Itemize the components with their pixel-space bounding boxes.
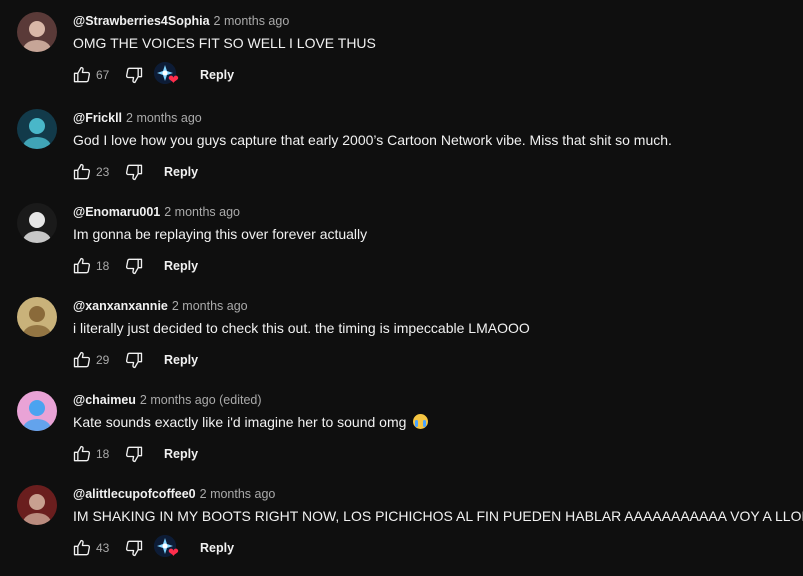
comment-actions: 67 ❤ Reply (70, 62, 234, 88)
thumbs-up-icon[interactable] (70, 442, 94, 466)
comment-author[interactable]: @Strawberries4Sophia (73, 14, 210, 28)
like-count: 18 (96, 447, 110, 461)
comment-text-content: IM SHAKING IN MY BOOTS RIGHT NOW, LOS PI… (73, 508, 803, 524)
comment-text: i literally just decided to check this o… (73, 319, 530, 337)
comment-header: @chaimeu 2 months ago (edited) (73, 392, 262, 408)
comment-timestamp[interactable]: 2 months ago (172, 299, 248, 313)
comment-timestamp[interactable]: 2 months ago (edited) (140, 393, 262, 407)
comment-text: Kate sounds exactly like i'd imagine her… (73, 413, 429, 431)
thumbs-up-icon[interactable] (70, 63, 94, 87)
like-count: 23 (96, 165, 110, 179)
comment-timestamp[interactable]: 2 months ago (214, 14, 290, 28)
avatar[interactable] (17, 485, 57, 525)
reply-button[interactable]: Reply (164, 165, 198, 179)
like-count: 43 (96, 541, 110, 555)
thumbs-up-icon[interactable] (70, 348, 94, 372)
thumbs-up-icon[interactable] (70, 536, 94, 560)
comment-timestamp[interactable]: 2 months ago (200, 487, 276, 501)
comment-header: @xanxanxannie 2 months ago (73, 298, 248, 314)
comment-text-content: God I love how you guys capture that ear… (73, 132, 672, 148)
like-count: 18 (96, 259, 110, 273)
comment-actions: 29 Reply (70, 347, 198, 373)
thumbs-down-icon[interactable] (122, 442, 146, 466)
comment-actions: 18 Reply (70, 253, 198, 279)
reply-button[interactable]: Reply (164, 447, 198, 461)
like-count: 67 (96, 68, 110, 82)
thumbs-down-icon[interactable] (122, 160, 146, 184)
comment-text: IM SHAKING IN MY BOOTS RIGHT NOW, LOS PI… (73, 507, 803, 525)
comment-thread: @chaimeu 2 months ago (edited) Kate sound… (0, 379, 803, 475)
comment-header: @alittlecupofcoffee0 2 months ago (73, 486, 275, 502)
comment-header: @Enomaru001 2 months ago (73, 204, 240, 220)
creator-heart-icon: ❤ (154, 535, 182, 561)
comment-actions: 23 Reply (70, 159, 198, 185)
comment-text: Im gonna be replaying this over forever … (73, 225, 367, 243)
comment-text-content: OMG THE VOICES FIT SO WELL I LOVE THUS (73, 35, 376, 51)
comment-author[interactable]: @xanxanxannie (73, 299, 168, 313)
comment-author[interactable]: @chaimeu (73, 393, 136, 407)
comment-thread: @alittlecupofcoffee0 2 months ago IM SHAK… (0, 473, 803, 569)
avatar[interactable] (17, 391, 57, 431)
thumbs-up-icon[interactable] (70, 254, 94, 278)
thumbs-up-icon[interactable] (70, 160, 94, 184)
comment-text: OMG THE VOICES FIT SO WELL I LOVE THUS (73, 34, 376, 52)
comment-thread: @xanxanxannie 2 months ago i literally ju… (0, 285, 803, 381)
reply-button[interactable]: Reply (200, 541, 234, 555)
heart-icon: ❤ (168, 72, 179, 87)
avatar[interactable] (17, 109, 57, 149)
creator-heart-icon: ❤ (154, 62, 182, 88)
comment-text-content: Kate sounds exactly like i'd imagine her… (73, 414, 407, 430)
avatar[interactable] (17, 297, 57, 337)
like-count: 29 (96, 353, 110, 367)
reply-button[interactable]: Reply (164, 353, 198, 367)
comment-timestamp[interactable]: 2 months ago (164, 205, 240, 219)
avatar[interactable] (17, 12, 57, 52)
comment-header: @Frickll 2 months ago (73, 110, 202, 126)
thumbs-down-icon[interactable] (122, 348, 146, 372)
comment-text: God I love how you guys capture that ear… (73, 131, 672, 149)
comment-author[interactable]: @Enomaru001 (73, 205, 160, 219)
comment-actions: 43 ❤ Reply (70, 535, 234, 561)
comment-thread: @Strawberries4Sophia 2 months ago OMG THE… (0, 0, 803, 96)
thumbs-down-icon[interactable] (122, 536, 146, 560)
comment-header: @Strawberries4Sophia 2 months ago (73, 13, 289, 29)
comment-author[interactable]: @alittlecupofcoffee0 (73, 487, 196, 501)
thumbs-down-icon[interactable] (122, 254, 146, 278)
reply-button[interactable]: Reply (200, 68, 234, 82)
comment-timestamp[interactable]: 2 months ago (126, 111, 202, 125)
comment-actions: 18 Reply (70, 441, 198, 467)
avatar[interactable] (17, 203, 57, 243)
comment-text-content: Im gonna be replaying this over forever … (73, 226, 368, 242)
comment-author[interactable]: @Frickll (73, 111, 122, 125)
comment-thread: @Enomaru001 2 months ago Im gonna be repl… (0, 191, 803, 287)
crying-face-emoji-icon (413, 414, 429, 429)
heart-icon: ❤ (168, 545, 179, 560)
reply-button[interactable]: Reply (164, 259, 198, 273)
thumbs-down-icon[interactable] (122, 63, 146, 87)
comment-text-content: i literally just decided to check this o… (73, 320, 530, 336)
comment-thread: @Frickll 2 months ago God I love how you … (0, 97, 803, 193)
